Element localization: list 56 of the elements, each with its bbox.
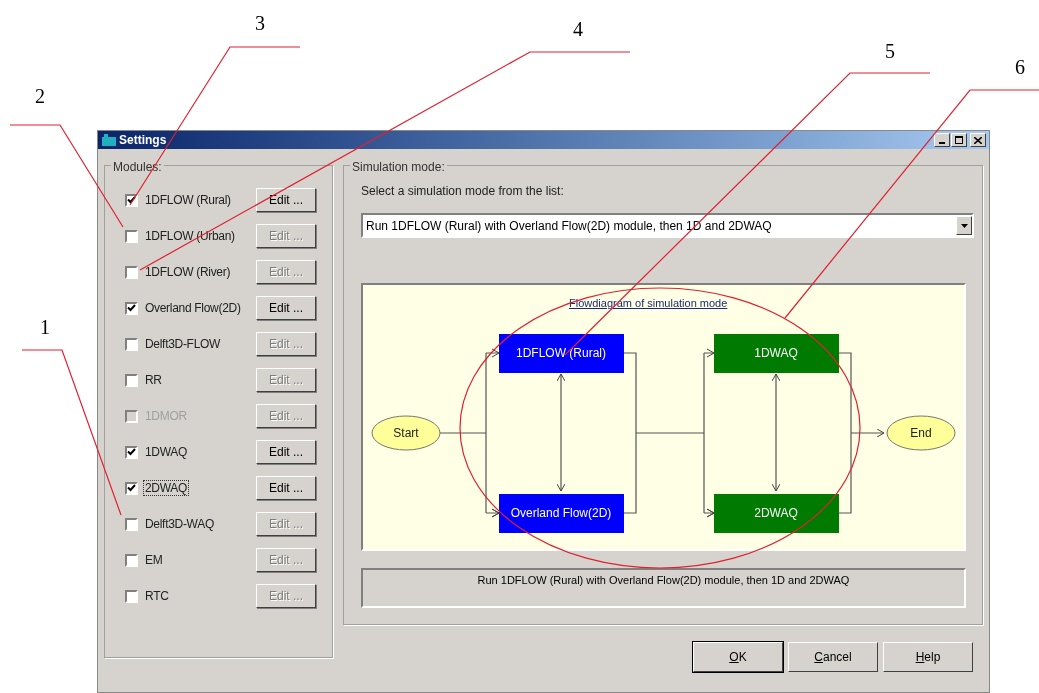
- module-label: Delft3D-FLOW: [144, 336, 222, 352]
- checkbox[interactable]: [125, 517, 138, 531]
- dialog-button[interactable]: Help: [883, 642, 973, 672]
- edit-button[interactable]: Edit ...: [256, 476, 316, 500]
- terminal-node: End: [886, 415, 956, 451]
- module-label: 1DWAQ: [144, 444, 189, 460]
- checkbox[interactable]: [125, 229, 138, 243]
- module-label: EM: [144, 552, 164, 568]
- process-node: 1DFLOW (Rural): [499, 334, 624, 373]
- edit-button[interactable]: Edit ...: [256, 440, 316, 464]
- prompt-label: Select a simulation mode from the list:: [361, 183, 565, 200]
- close-icon: [974, 136, 982, 144]
- arrowhead-icon: [706, 508, 715, 518]
- close-button[interactable]: [970, 133, 986, 147]
- checkbox[interactable]: [125, 373, 138, 387]
- arrowhead-icon: [706, 348, 715, 358]
- checkbox[interactable]: [125, 301, 138, 315]
- maximize-icon: [955, 136, 963, 144]
- callout-number: 5: [885, 40, 895, 62]
- module-label: 1DFLOW (Urban): [144, 228, 236, 244]
- module-label: RR: [144, 372, 163, 388]
- arrowhead-icon: [491, 508, 500, 518]
- checkbox[interactable]: [125, 481, 138, 495]
- app-icon: [101, 134, 117, 146]
- checkbox[interactable]: [125, 337, 138, 351]
- callout-number: 3: [255, 12, 265, 34]
- module-label: 2DWAQ: [143, 480, 190, 496]
- callout-number: 1: [40, 316, 50, 338]
- dialog-button[interactable]: Cancel: [788, 642, 878, 672]
- terminal-node: Start: [371, 415, 441, 451]
- checkbox[interactable]: [125, 265, 138, 279]
- module-label: Delft3D-WAQ: [144, 516, 215, 532]
- process-node: 1DWAQ: [714, 334, 839, 373]
- window-title: Settings: [119, 132, 167, 149]
- caret-icon: [960, 223, 968, 228]
- checkbox[interactable]: [125, 553, 138, 567]
- edit-button[interactable]: Edit ...: [256, 296, 316, 320]
- dialog-button[interactable]: OK: [693, 642, 783, 672]
- maximize-button[interactable]: [951, 133, 967, 147]
- minimize-icon: [939, 142, 945, 144]
- module-label: RTC: [144, 588, 170, 604]
- callout-number: 4: [573, 18, 583, 40]
- edit-button[interactable]: Edit ...: [256, 188, 316, 212]
- module-label: 1DFLOW (River): [144, 264, 232, 280]
- module-label: Overland Flow(2D): [144, 300, 242, 316]
- checkbox[interactable]: [125, 445, 138, 459]
- dropdown-arrow-button[interactable]: [956, 216, 972, 235]
- minimize-button[interactable]: [934, 133, 950, 147]
- process-node: Overland Flow(2D): [499, 494, 624, 533]
- process-node: 2DWAQ: [714, 494, 839, 533]
- callout-number: 6: [1015, 56, 1025, 78]
- callout-number: 2: [35, 85, 45, 107]
- description-text: Run 1DFLOW (Rural) with Overland Flow(2D) module, then 1D and 2DWAQ: [477, 573, 850, 588]
- module-label: 1DFLOW (Rural): [144, 192, 232, 208]
- checkbox[interactable]: [125, 589, 138, 603]
- arrowhead-icon: [491, 348, 500, 358]
